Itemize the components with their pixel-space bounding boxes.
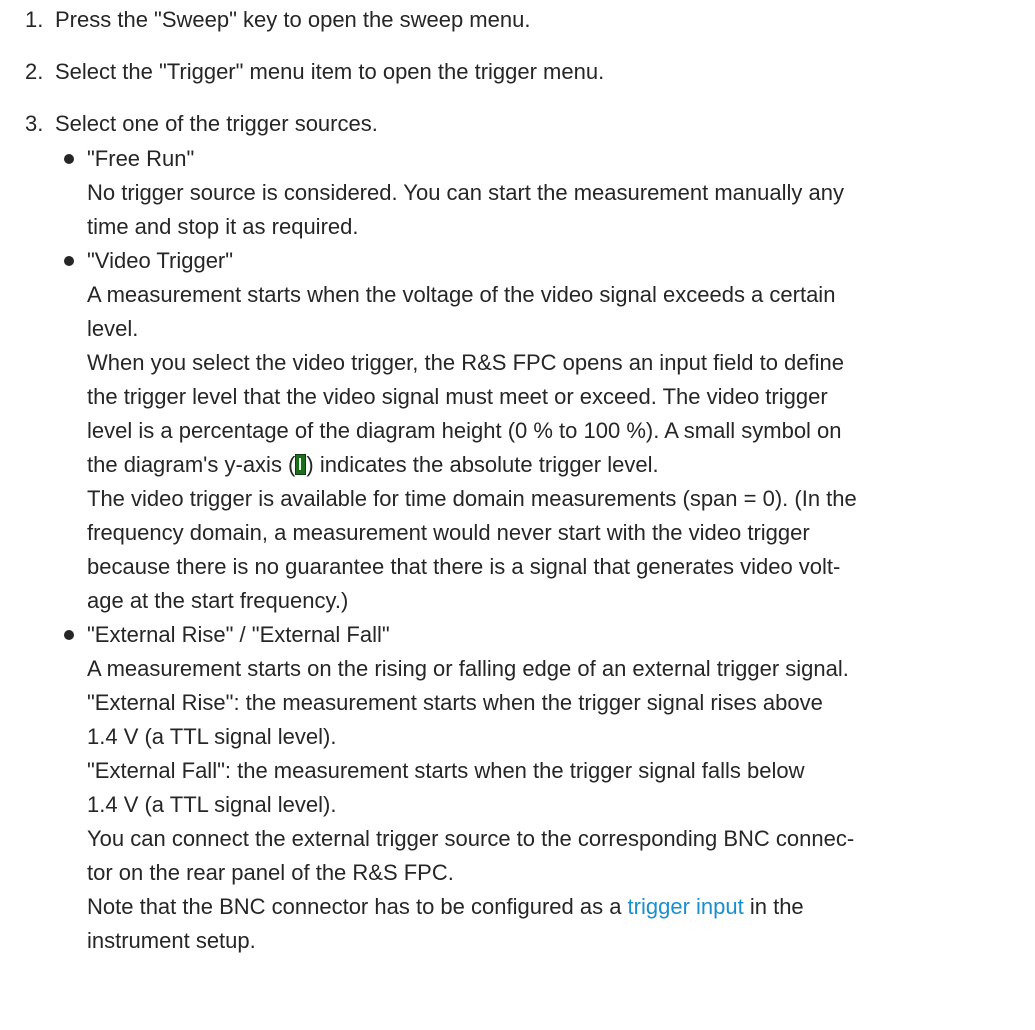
step-text: Press the "Sweep" key to open the sweep … [55, 7, 531, 32]
description-line: When you select the video trigger, the R… [87, 350, 845, 375]
list-item-video-trigger: "Video Trigger" [0, 246, 1035, 276]
trigger-level-icon [295, 454, 307, 475]
document-page: 1. Press the "Sweep" key to open the swee… [0, 0, 1035, 1030]
description-line: frequency domain, a measurement would ne… [87, 520, 810, 545]
note-text-end: in the [743, 894, 804, 919]
bullet-icon [64, 154, 74, 164]
step-3: 3. Select one of the trigger sources. [25, 109, 1025, 139]
trigger-input-link[interactable]: trigger input [628, 894, 744, 919]
item-title: "External Rise" / "External Fall" [87, 622, 390, 647]
description-line: No trigger source is considered. You can… [87, 180, 844, 205]
item-title: "Free Run" [87, 146, 195, 171]
step-text: Select one of the trigger sources. [55, 111, 378, 136]
item-title: "Video Trigger" [87, 248, 234, 273]
description-line: A measurement starts when the voltage of… [87, 282, 836, 307]
step-number: 2. [25, 59, 44, 84]
note-text: Note that the BNC connector has to be co… [87, 894, 628, 919]
description-line: "External Fall": the measurement starts … [87, 758, 805, 783]
description-line: age at the start frequency.) [87, 588, 349, 613]
bullet-icon [64, 630, 74, 640]
description-line: instrument setup. [87, 928, 256, 953]
step-2: 2. Select the "Trigger" menu item to open… [25, 57, 1025, 87]
list-item-free-run: "Free Run" [0, 144, 1035, 174]
note-line: Note that the BNC connector has to be co… [87, 892, 804, 922]
description-line: the trigger level that the video signal … [87, 384, 828, 409]
description-line: A measurement starts on the rising or fa… [87, 656, 849, 681]
description-line: You can connect the external trigger sou… [87, 826, 855, 851]
step-number: 3. [25, 111, 44, 136]
description-line: 1.4 V (a TTL signal level). [87, 792, 337, 817]
text-before-symbol: the diagram's y-axis ( [87, 452, 296, 477]
description-line: "External Rise": the measurement starts … [87, 690, 823, 715]
description-line: The video trigger is available for time … [87, 486, 857, 511]
description-line: because there is no guarantee that there… [87, 554, 841, 579]
step-1: 1. Press the "Sweep" key to open the swee… [25, 5, 1025, 35]
description-line: level. [87, 316, 139, 341]
step-text: Select the "Trigger" menu item to open t… [55, 59, 605, 84]
description-line: level is a percentage of the diagram hei… [87, 418, 842, 443]
description-line-with-symbol: the diagram's y-axis ( ) indicates the ab… [87, 450, 659, 480]
description-line: 1.4 V (a TTL signal level). [87, 724, 337, 749]
list-item-external: "External Rise" / "External Fall" [0, 620, 1035, 650]
bullet-icon [64, 256, 74, 266]
description-line: time and stop it as required. [87, 214, 359, 239]
description-line: tor on the rear panel of the R&S FPC. [87, 860, 454, 885]
text-after-symbol: ) indicates the absolute trigger level. [306, 452, 659, 477]
step-number: 1. [25, 7, 44, 32]
